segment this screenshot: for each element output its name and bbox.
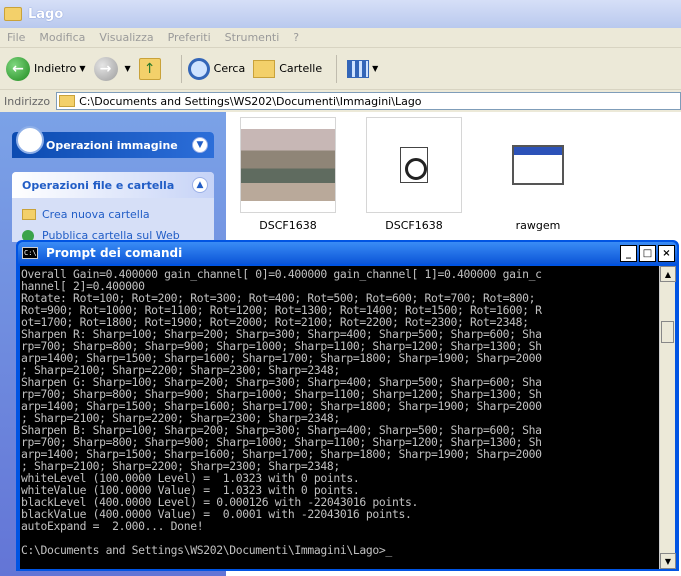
views-button[interactable]: ▼ [343,59,378,78]
task-label: Crea nuova cartella [42,208,150,221]
chevron-down-icon[interactable]: ▼ [372,64,378,73]
console-line: C:\Documents and Settings\WS202\Document… [21,543,392,557]
folder-icon [59,95,76,107]
menu-visualizza[interactable]: Visualizza [92,31,160,44]
panel-title: Operazioni file e cartella [22,178,175,192]
address-bar: Indirizzo C:\Documents and Settings\WS20… [0,90,681,112]
image-tasks-icon [16,126,44,154]
command-prompt-window[interactable]: C:\ Prompt dei comandi _ □ × Overall Gai… [16,240,679,571]
application-icon [512,145,564,185]
chevron-down-icon[interactable]: ▼ [125,64,131,73]
folders-icon [253,59,276,78]
menu-modifica[interactable]: Modifica [32,31,92,44]
file-name: rawgem [515,219,561,232]
file-list: DSCF1638 DSCF1638 rawgem [226,112,681,242]
toolbar-separator [336,54,338,83]
cmd-icon: C:\ [22,247,38,259]
console-scrollbar[interactable]: ▲ ▼ [659,266,676,569]
folder-icon [4,7,22,21]
console-text: Overall Gain=0.400000 gain_channel[ 0]=0… [21,268,658,556]
panel-file-tasks: Operazioni file e cartella ▲ Crea nuova … [12,172,214,242]
menu-strumenti[interactable]: Strumenti [218,31,287,44]
window-app-icon [490,117,586,213]
menu-help[interactable]: ? [286,31,306,44]
address-input[interactable]: C:\Documents and Settings\WS202\Document… [56,92,681,110]
file-item[interactable]: DSCF1638 [366,117,462,232]
task-new-folder[interactable]: Crea nuova cartella [12,204,214,225]
scroll-down-button[interactable]: ▼ [660,553,676,569]
explorer-title-bar[interactable]: Lago [0,0,681,28]
toolbar: ← Indietro ▼ → ▼ ↑ Cerca Cartelle ▼ [0,48,681,90]
search-button[interactable]: Cerca [187,57,246,80]
back-button[interactable]: ← Indietro ▼ [6,56,86,81]
console-title-bar[interactable]: C:\ Prompt dei comandi _ □ × [18,242,677,264]
console-title: Prompt dei comandi [46,246,183,260]
panel-title: Operazioni immagine [46,138,178,152]
photo-preview [241,129,335,201]
panel-image-tasks-header[interactable]: Operazioni immagine ▼ [12,126,214,158]
toolbar-separator [180,54,182,83]
new-folder-icon [22,209,36,220]
raw-file-icon [400,147,428,183]
file-item[interactable]: rawgem [490,117,586,232]
close-button[interactable]: × [658,244,675,262]
address-label: Indirizzo [4,94,51,108]
menu-bar: File Modifica Visualizza Preferiti Strum… [0,28,681,48]
chevron-down-icon[interactable]: ▼ [192,137,208,153]
file-name: DSCF1638 [385,219,443,232]
back-arrow-icon: ← [6,56,30,81]
up-folder-icon: ↑ [138,57,161,80]
menu-file[interactable]: File [0,31,32,44]
panel-file-tasks-header[interactable]: Operazioni file e cartella ▲ [12,172,214,198]
search-label: Cerca [213,62,246,75]
back-label: Indietro [34,62,77,75]
forward-button[interactable]: → ▼ [93,56,131,81]
minimize-button[interactable]: _ [620,244,637,262]
scroll-up-button[interactable]: ▲ [660,266,676,282]
views-icon [347,59,370,78]
maximize-button[interactable]: □ [639,244,656,262]
forward-arrow-icon: → [93,56,118,81]
folders-label: Cartelle [279,62,323,75]
window-title: Lago [28,6,64,22]
address-path: C:\Documents and Settings\WS202\Document… [79,94,422,108]
file-name: DSCF1638 [259,219,317,232]
console-output[interactable]: Overall Gain=0.400000 gain_channel[ 0]=0… [20,266,659,569]
chevron-up-icon[interactable]: ▲ [192,177,208,193]
search-icon [187,57,210,80]
file-item[interactable]: DSCF1638 [240,117,336,232]
chevron-down-icon[interactable]: ▼ [79,64,85,73]
menu-preferiti[interactable]: Preferiti [161,31,218,44]
photo-thumbnail [240,117,336,213]
panel-image-tasks: Operazioni immagine ▼ [12,126,214,158]
scroll-thumb[interactable] [661,321,674,343]
window-controls: _ □ × [620,244,677,262]
document-icon [366,117,462,213]
console-line: autoExpand = 2.000... Done! [21,519,204,533]
up-folder-button[interactable]: ↑ [138,57,167,80]
folders-button[interactable]: Cartelle [253,59,323,78]
